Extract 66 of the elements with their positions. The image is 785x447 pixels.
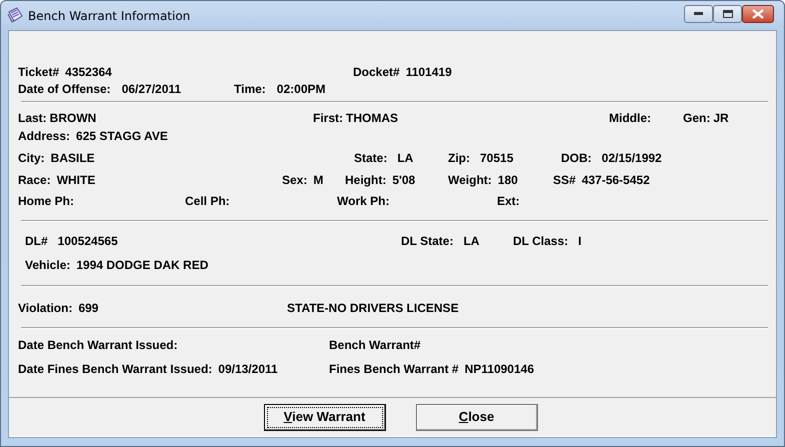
field-label: Ticket#	[18, 64, 60, 81]
field-value: 437-56-5452	[582, 172, 650, 189]
field-value: BROWN	[50, 110, 96, 127]
field-label: DL State:	[401, 233, 454, 250]
field-label: State:	[354, 150, 388, 167]
field-value: M	[313, 172, 324, 189]
dialog-button[interactable]: View Warrant	[264, 404, 386, 430]
field-label: Home Ph:	[18, 193, 74, 210]
field-label: Date Bench Warrant Issued:	[18, 337, 178, 354]
field-label: SS#	[553, 172, 576, 189]
field-label: Cell Ph:	[185, 193, 230, 210]
field-label: Height:	[345, 172, 386, 189]
field-value: 70515	[480, 150, 514, 167]
field-label: Date Fines Bench Warrant Issued:	[18, 361, 212, 378]
field-label: Zip:	[448, 150, 470, 167]
field-label: DL Class:	[513, 233, 568, 250]
description-text: STATE-NO DRIVERS LICENSE	[287, 300, 459, 317]
field-label: Gen:	[683, 110, 710, 127]
field-value: 1994 DODGE DAK RED	[76, 257, 208, 274]
field-value: 06/27/2011	[122, 81, 182, 98]
field-value: 625 STAGG AVE	[76, 128, 168, 145]
field-value: LA	[397, 150, 414, 167]
field-label: First:	[313, 110, 343, 127]
window-title: Bench Warrant Information	[28, 8, 190, 24]
field-value: 100524565	[58, 233, 118, 250]
field-value: NP11090146	[464, 361, 534, 378]
field-label: Last:	[18, 110, 47, 127]
close-button[interactable]	[742, 4, 774, 22]
field-label: Ext:	[497, 193, 520, 210]
field-value: WHITE	[56, 172, 96, 189]
field-label: Fines Bench Warrant #	[329, 361, 459, 378]
field-label: Work Ph:	[337, 193, 390, 210]
field-value: 5'08	[392, 172, 416, 189]
field-value: 09/13/2011	[218, 361, 278, 378]
dialog-button[interactable]: Close	[416, 404, 538, 430]
field-value: LA	[463, 233, 480, 250]
field-value: 02:00PM	[276, 81, 326, 98]
field-value: 699	[78, 300, 98, 317]
field-value: 1101419	[406, 64, 452, 81]
field-label: Date of Offense:	[18, 81, 111, 98]
field-label: Race:	[18, 172, 51, 189]
field-label: Address:	[18, 128, 70, 145]
field-value: THOMAS	[346, 110, 398, 127]
minimize-button[interactable]	[684, 4, 713, 22]
field-label: DOB:	[561, 150, 592, 167]
maximize-icon	[722, 10, 732, 18]
field-label: DL#	[25, 233, 48, 250]
close-icon	[752, 8, 764, 18]
field-value: JR	[713, 110, 729, 127]
field-label: Weight:	[448, 172, 492, 189]
app-icon	[6, 7, 23, 24]
field-value: I	[578, 233, 582, 250]
maximize-button[interactable]	[713, 4, 742, 22]
field-label: Time:	[234, 81, 266, 98]
field-value: 4352364	[65, 64, 112, 81]
field-label: Vehicle:	[25, 257, 70, 274]
field-value: 180	[498, 172, 518, 189]
field-value: BASILE	[50, 150, 95, 167]
field-label: Sex:	[282, 172, 308, 189]
field-label: Docket#	[353, 64, 400, 81]
field-label: Bench Warrant#	[329, 337, 421, 354]
field-label: City:	[18, 150, 45, 167]
field-label: Violation:	[18, 300, 72, 317]
minimize-icon	[694, 12, 703, 15]
field-value: 02/15/1992	[602, 150, 662, 167]
field-label: Middle:	[609, 110, 651, 127]
